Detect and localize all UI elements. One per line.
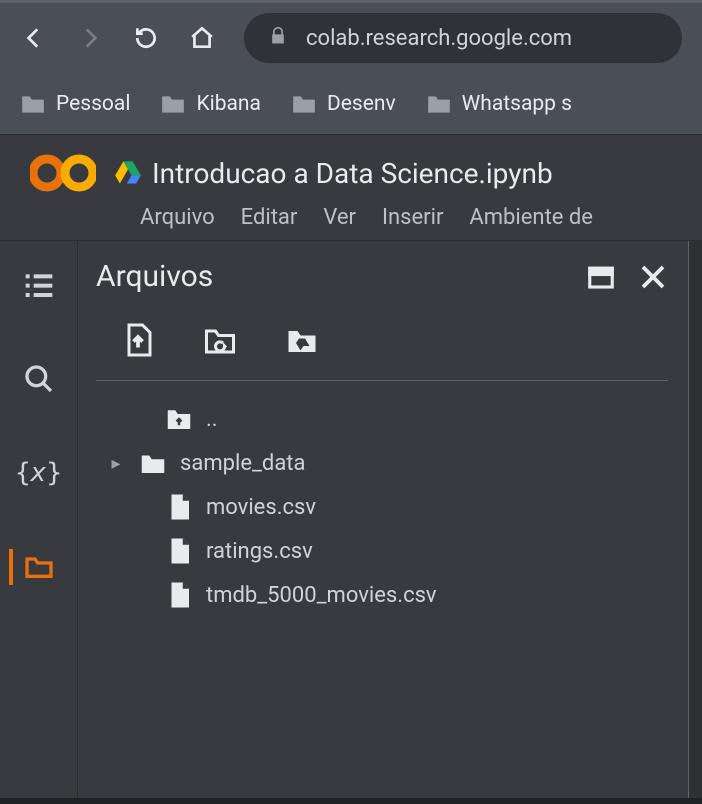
panel-title: Arquivos bbox=[96, 259, 213, 294]
workspace: {x} Arquivos bbox=[0, 241, 702, 798]
left-rail: {x} bbox=[0, 241, 78, 798]
editor-edge bbox=[688, 241, 702, 798]
parent-folder[interactable]: .. bbox=[102, 397, 668, 441]
browser-toolbar: colab.research.google.com bbox=[0, 0, 702, 73]
drive-icon bbox=[114, 159, 142, 187]
url-text: colab.research.google.com bbox=[306, 26, 572, 51]
file-label: ratings.csv bbox=[206, 539, 313, 564]
bookmark-label: Whatsapp s bbox=[462, 92, 572, 116]
close-button[interactable] bbox=[638, 262, 668, 292]
file-ratings[interactable]: ratings.csv bbox=[102, 529, 668, 573]
menu-arquivo[interactable]: Arquivo bbox=[140, 205, 215, 230]
colab-logo[interactable] bbox=[30, 151, 96, 195]
files-panel: Arquivos bbox=[78, 241, 688, 798]
toc-tab[interactable] bbox=[21, 267, 57, 303]
menu-ver[interactable]: Ver bbox=[323, 205, 356, 230]
files-toolbar bbox=[96, 322, 668, 381]
menu-bar: Arquivo Editar Ver Inserir Ambiente de bbox=[140, 205, 682, 230]
home-button[interactable] bbox=[188, 24, 216, 52]
upload-file-button[interactable] bbox=[120, 322, 156, 362]
file-label: movies.csv bbox=[206, 495, 316, 520]
bookmark-pessoal[interactable]: Pessoal bbox=[20, 92, 130, 116]
back-button[interactable] bbox=[20, 24, 48, 52]
folder-sample-data[interactable]: ▸ sample_data bbox=[102, 441, 668, 485]
file-label: sample_data bbox=[180, 451, 305, 476]
bookmark-label: Pessoal bbox=[56, 92, 130, 116]
file-label: .. bbox=[206, 407, 218, 432]
file-label: tmdb_5000_movies.csv bbox=[206, 583, 437, 608]
file-tree: .. ▸ sample_data movies.csv ratings.csv … bbox=[96, 397, 668, 617]
bookmark-kibana[interactable]: Kibana bbox=[160, 92, 261, 116]
file-tmdb[interactable]: tmdb_5000_movies.csv bbox=[102, 573, 668, 617]
notebook-title[interactable]: Introducao a Data Science.ipynb bbox=[152, 157, 553, 190]
bookmark-whatsapp[interactable]: Whatsapp s bbox=[426, 92, 572, 116]
menu-inserir[interactable]: Inserir bbox=[382, 205, 443, 230]
expand-arrow-icon[interactable]: ▸ bbox=[106, 453, 126, 474]
bookmark-label: Kibana bbox=[196, 92, 261, 116]
notebook-title-row: Introducao a Data Science.ipynb bbox=[114, 157, 553, 190]
refresh-folder-button[interactable] bbox=[202, 322, 238, 362]
colab-header: Introducao a Data Science.ipynb Arquivo … bbox=[0, 135, 702, 241]
menu-ambiente[interactable]: Ambiente de bbox=[469, 205, 593, 230]
file-movies[interactable]: movies.csv bbox=[102, 485, 668, 529]
mount-drive-button[interactable] bbox=[284, 322, 320, 362]
forward-button[interactable] bbox=[76, 24, 104, 52]
search-tab[interactable] bbox=[21, 361, 57, 397]
reload-button[interactable] bbox=[132, 24, 160, 52]
bookmark-desenv[interactable]: Desenv bbox=[291, 92, 396, 116]
address-bar[interactable]: colab.research.google.com bbox=[244, 13, 682, 63]
variables-tab[interactable]: {x} bbox=[21, 455, 57, 491]
files-tab[interactable] bbox=[9, 549, 57, 585]
menu-editar[interactable]: Editar bbox=[241, 205, 298, 230]
lock-icon bbox=[268, 26, 288, 50]
bookmark-label: Desenv bbox=[327, 92, 396, 116]
bookmarks-bar: Pessoal Kibana Desenv Whatsapp s bbox=[0, 73, 702, 135]
popout-button[interactable] bbox=[586, 262, 616, 292]
